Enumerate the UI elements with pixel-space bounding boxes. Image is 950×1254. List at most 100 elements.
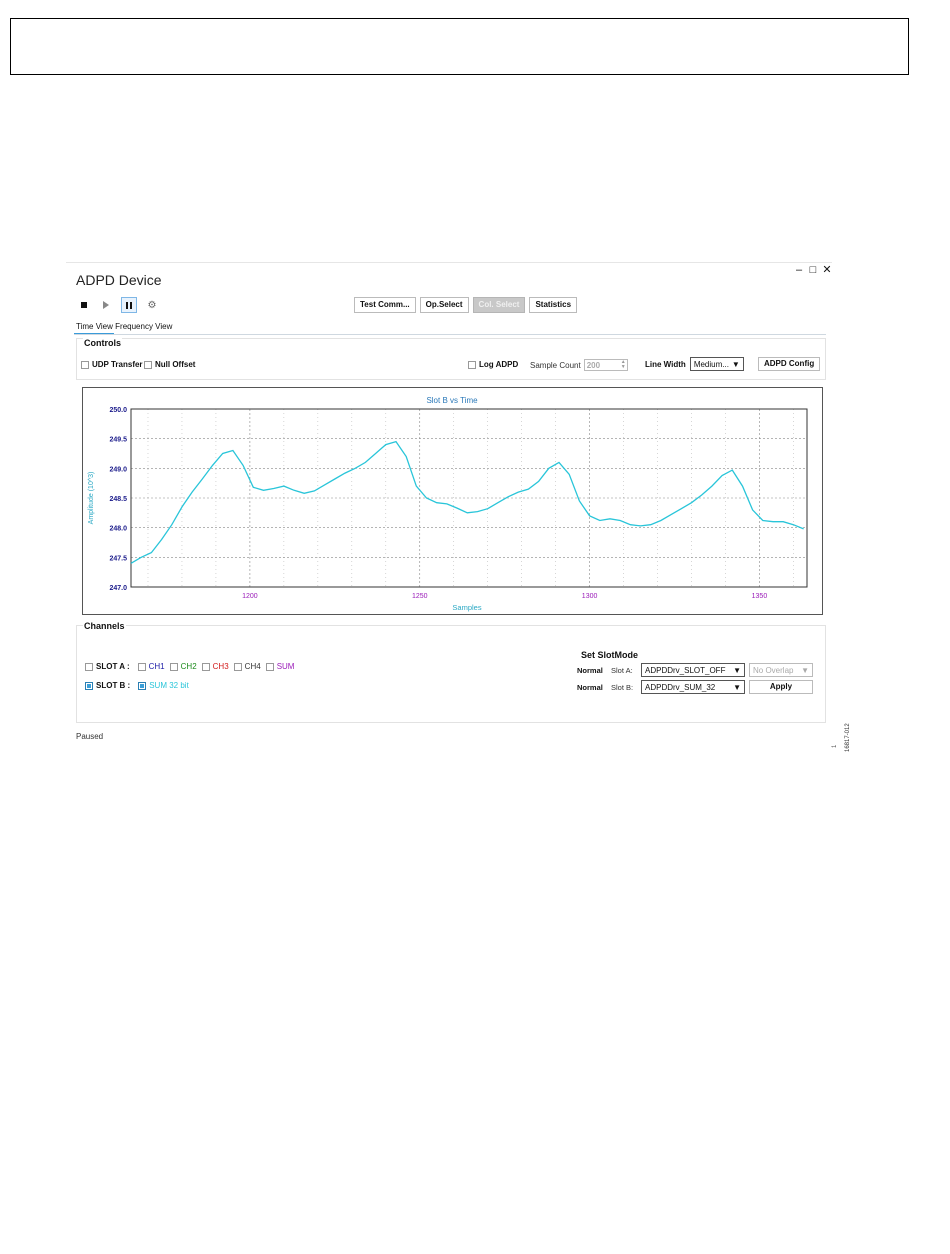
stepper-arrows-icon[interactable]: ▲ ▼ xyxy=(621,360,626,370)
statistics-button[interactable]: Statistics xyxy=(529,297,578,313)
ch1-checkbox[interactable]: CH1 xyxy=(137,662,165,671)
slotmode-row-a: Normal Slot A: ADPDDrv_SLOT_OFF ▼ No Over… xyxy=(577,663,813,677)
chevron-down-icon: ▼ xyxy=(801,665,809,675)
play-icon[interactable] xyxy=(99,298,113,312)
chart-y-label: Amplitude (10^3) xyxy=(88,472,95,525)
y-tick-label: 247.5 xyxy=(109,555,127,562)
sum-checkbox[interactable]: SUM xyxy=(265,662,295,671)
test-comm-button[interactable]: Test Comm... xyxy=(354,297,416,313)
y-tick-label: 249.5 xyxy=(109,437,127,444)
sample-count-stepper[interactable]: 200 ▲ ▼ xyxy=(583,359,628,371)
slot-b-chart: 247.0 247.5 248.0 248.5 249.0 249.5 250.0 1200 1… xyxy=(82,387,823,615)
sample-count-group: Sample Count 200 ▲ ▼ xyxy=(530,359,628,371)
x-tick-label: 1300 xyxy=(582,593,598,600)
header-box xyxy=(10,18,909,75)
close-icon[interactable]: ✕ xyxy=(822,263,836,276)
apply-button[interactable]: Apply xyxy=(749,680,813,694)
chart-svg: 247.0 247.5 248.0 248.5 249.0 249.5 250.0 1200 1… xyxy=(88,396,808,612)
series-line-slot-b-sum xyxy=(130,440,804,564)
slot-a-row: SLOT A : CH1 CH2 CH3 CH4 SUM xyxy=(85,662,299,671)
chevron-down-icon: ▼ xyxy=(733,665,741,675)
x-tick-label: 1250 xyxy=(412,593,428,600)
overlap-value: No Overlap xyxy=(753,665,794,675)
sum-32bit-checkbox[interactable]: SUM 32 bit xyxy=(138,681,189,690)
null-offset-label: Null Offset xyxy=(155,360,196,369)
figure-code: 16817-012 xyxy=(845,723,851,752)
null-offset-checkbox[interactable]: Null Offset xyxy=(144,360,195,369)
col-select-button[interactable]: Col. Select xyxy=(472,297,526,313)
sum-label: SUM xyxy=(276,662,295,671)
sum-32bit-label: SUM 32 bit xyxy=(149,681,189,690)
chart-title: Slot B vs Time xyxy=(426,396,478,405)
ch4-checkbox[interactable]: CH4 xyxy=(233,662,261,671)
log-adpd-checkbox[interactable]: Log ADPD xyxy=(468,360,518,369)
ch3-checkbox[interactable]: CH3 xyxy=(201,662,229,671)
adpd-device-window: ADPD Device – □ ✕ ⚙ Test Comm... Op.Select… xyxy=(66,262,832,750)
slot-a-mode-value: ADPDDrv_SLOT_OFF xyxy=(645,665,726,675)
slot-b-mode-select[interactable]: ADPDDrv_SUM_32 ▼ xyxy=(641,680,745,694)
slot-a-checkbox[interactable]: SLOT A : xyxy=(85,662,133,671)
gear-icon[interactable]: ⚙ xyxy=(145,298,159,312)
slot-b-row: SLOT B : SUM 32 bit xyxy=(85,681,194,690)
y-tick-label: 249.0 xyxy=(109,466,127,473)
tab-time-view[interactable]: Time View xyxy=(76,322,113,331)
x-tick-label: 1200 xyxy=(242,593,258,600)
slot-b-label: SLOT B : xyxy=(96,681,131,690)
udp-transfer-label: UDP Transfer xyxy=(92,360,143,369)
ch2-checkbox[interactable]: CH2 xyxy=(169,662,197,671)
slotmode-title: Set SlotMode xyxy=(581,650,639,660)
log-adpd-box[interactable] xyxy=(468,360,476,369)
ch1-label: CH1 xyxy=(148,662,165,671)
slotmode-row-b: Normal Slot B: ADPDDrv_SUM_32 ▼ Apply xyxy=(577,680,813,694)
channels-panel: Channels SLOT A : CH1 CH2 CH3 CH4 SUM SL… xyxy=(76,621,826,723)
line-width-label: Line Width xyxy=(645,359,686,369)
op-select-button[interactable]: Op.Select xyxy=(419,297,469,313)
slot-b-checkbox[interactable]: SLOT B : xyxy=(85,681,133,690)
udp-transfer-box[interactable] xyxy=(81,360,89,369)
ch4-box[interactable] xyxy=(233,662,242,671)
slot-a-mode-label: Slot A: xyxy=(611,665,633,675)
sample-count-label: Sample Count xyxy=(530,360,581,370)
ch2-label: CH2 xyxy=(180,662,197,671)
line-width-select[interactable]: Medium... ▼ xyxy=(689,357,744,371)
chart-x-label: Samples xyxy=(452,603,481,612)
sample-count-value: 200 xyxy=(586,360,601,370)
chart-grid xyxy=(131,408,807,588)
top-button-bar: Test Comm... Op.Select Col. Select Stati… xyxy=(354,297,578,313)
y-tick-label: 248.0 xyxy=(109,526,127,533)
slot-b-mode: Normal xyxy=(577,682,603,692)
udp-transfer-checkbox[interactable]: UDP Transfer xyxy=(81,360,143,369)
minimize-icon[interactable]: – xyxy=(794,264,808,276)
controls-title: Controls xyxy=(83,338,122,348)
slot-a-mode: Normal xyxy=(577,665,603,675)
ch2-box[interactable] xyxy=(169,662,178,671)
maximize-icon[interactable]: □ xyxy=(808,264,822,276)
controls-panel: Controls UDP Transfer Null Offset Log AD… xyxy=(76,338,826,380)
tab-divider xyxy=(74,334,826,335)
slot-a-mode-select[interactable]: ADPDDrv_SLOT_OFF ▼ xyxy=(641,663,745,677)
overlap-select[interactable]: No Overlap ▼ xyxy=(749,663,813,677)
slot-a-box[interactable] xyxy=(85,662,93,671)
sum-box[interactable] xyxy=(265,662,274,671)
y-tick-label: 250.0 xyxy=(109,407,127,414)
null-offset-box[interactable] xyxy=(144,360,152,369)
pause-icon[interactable] xyxy=(121,297,137,313)
ch1-box[interactable] xyxy=(137,662,146,671)
chevron-down-icon: ▼ xyxy=(733,682,741,692)
chevron-down-icon: ▼ xyxy=(731,359,740,369)
log-adpd-label: Log ADPD xyxy=(479,360,519,369)
adpd-config-button[interactable]: ADPD Config xyxy=(758,357,821,371)
y-tick-label: 247.0 xyxy=(109,585,127,592)
line-width-value: Medium... xyxy=(693,359,729,369)
ch3-label: CH3 xyxy=(212,662,229,671)
x-tick-label: 1350 xyxy=(752,593,768,600)
stop-icon[interactable] xyxy=(77,298,91,312)
slot-b-mode-label: Slot B: xyxy=(611,682,634,692)
view-tabs: Time View Frequency View xyxy=(76,322,172,331)
ch3-box[interactable] xyxy=(201,662,210,671)
tab-frequency-view[interactable]: Frequency View xyxy=(115,322,172,331)
sum-32bit-box[interactable] xyxy=(138,681,147,690)
line-width-group: Line Width Medium... ▼ xyxy=(645,357,744,371)
slot-b-mode-value: ADPDDrv_SUM_32 xyxy=(645,682,716,692)
slot-b-box[interactable] xyxy=(85,681,93,690)
